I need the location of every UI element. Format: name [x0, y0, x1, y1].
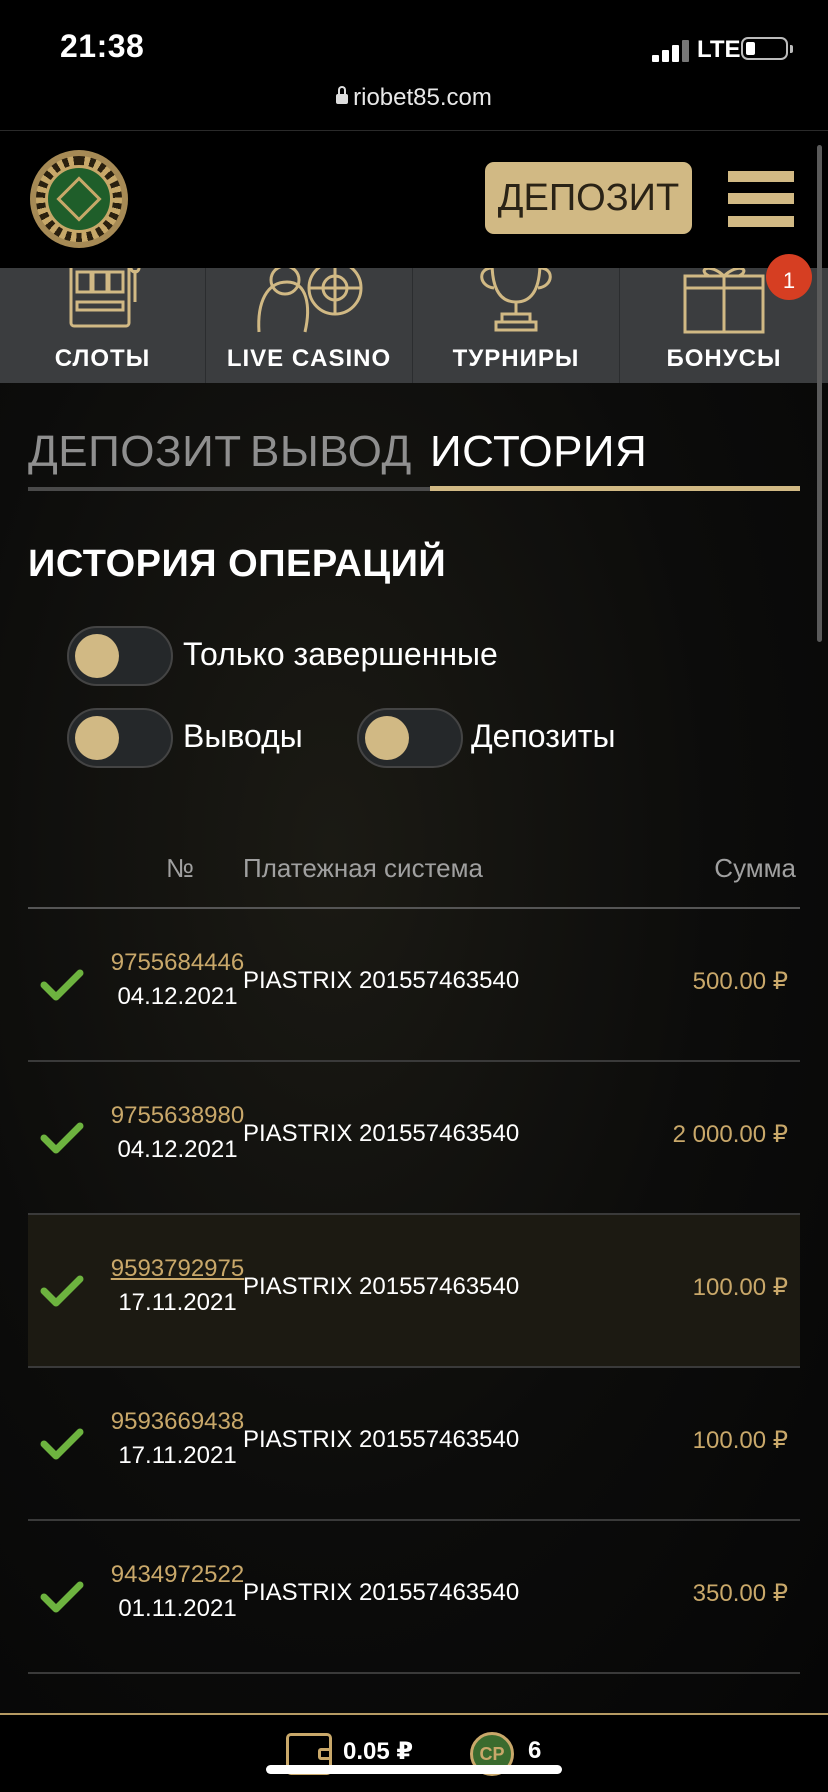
comp-points-count: 6 [528, 1737, 542, 1764]
page-title: ИСТОРИЯ ОПЕРАЦИЙ [28, 543, 447, 585]
cashier-panel: ДЕПОЗИТ ВЫВОД ИСТОРИЯ ИСТОРИЯ ОПЕРАЦИЙ Т… [0, 383, 828, 1713]
deposit-button[interactable]: ДЕПОЗИТ [485, 162, 692, 234]
check-icon [40, 1581, 84, 1613]
nav-label: ТУРНИРЫ [452, 345, 580, 372]
site-header: ДЕПОЗИТ [0, 131, 828, 270]
signal-icon [652, 40, 690, 62]
withdrawals-label: Выводы [183, 718, 303, 754]
table-row[interactable]: 9593669438 17.11.2021 PIASTRIX 201557463… [28, 1368, 800, 1521]
nav-item-tournaments[interactable]: ТУРНИРЫ [413, 268, 620, 383]
check-icon [40, 1122, 84, 1154]
trophy-icon [480, 268, 552, 332]
cashier-tabs: ДЕПОЗИТ ВЫВОД ИСТОРИЯ [28, 427, 800, 477]
nav-label: БОНУСЫ [666, 345, 782, 372]
transaction-id[interactable]: 9593792975 [95, 1255, 260, 1283]
menu-icon[interactable] [728, 171, 794, 227]
gift-icon [683, 268, 765, 334]
footer-bar: 0.05 ₽ CP 6 [0, 1713, 828, 1792]
slot-machine-icon [69, 268, 140, 328]
toggle-knob [75, 634, 119, 678]
payment-system: PIASTRIX 201557463540 [243, 1579, 520, 1606]
bonus-badge: 1 [766, 254, 812, 300]
transaction-date: 04.12.2021 [117, 983, 238, 1010]
url-text: riobet85.com [353, 84, 492, 111]
transaction-id[interactable]: 9434972522 [95, 1561, 260, 1589]
only-completed-toggle[interactable] [67, 626, 173, 686]
table-row[interactable]: 9593792975 17.11.2021 PIASTRIX 201557463… [28, 1215, 800, 1368]
tab-history[interactable]: ИСТОРИЯ [430, 427, 647, 477]
withdrawals-toggle[interactable] [67, 708, 173, 768]
column-header-number: № [166, 853, 194, 883]
transaction-amount: 350.00 ₽ [692, 1580, 788, 1607]
page-scrollbar[interactable] [817, 145, 822, 642]
table-row[interactable]: 9755638980 04.12.2021 PIASTRIX 201557463… [28, 1062, 800, 1215]
deposits-label: Депозиты [471, 718, 616, 754]
check-icon [40, 1275, 84, 1307]
transaction-amount: 100.00 ₽ [692, 1427, 788, 1454]
check-icon [40, 969, 84, 1001]
table-row[interactable]: 9434972522 01.11.2021 PIASTRIX 201557463… [28, 1521, 800, 1674]
transaction-amount: 2 000.00 ₽ [672, 1121, 788, 1148]
column-header-system: Платежная система [243, 853, 483, 883]
tab-deposit[interactable]: ДЕПОЗИТ [28, 427, 242, 477]
transaction-amount: 500.00 ₽ [692, 968, 788, 995]
payment-system: PIASTRIX 201557463540 [243, 1426, 520, 1453]
status-time: 21:38 [60, 28, 145, 64]
home-indicator[interactable] [266, 1765, 562, 1774]
transaction-date: 17.11.2021 [118, 1289, 237, 1316]
network-label: LTE [697, 36, 741, 63]
nav-item-live-casino[interactable]: LIVE CASINO [206, 268, 413, 383]
transaction-date: 04.12.2021 [117, 1136, 238, 1163]
payment-system: PIASTRIX 201557463540 [243, 1120, 520, 1147]
transaction-date: 01.11.2021 [118, 1595, 237, 1622]
battery-icon [741, 37, 793, 60]
url-bar[interactable]: riobet85.com [0, 84, 828, 112]
toggle-knob [365, 716, 409, 760]
category-nav: СЛОТЫ LIVE CASINO ТУРНИРЫ БОНУСЫ [0, 268, 828, 383]
transaction-date: 17.11.2021 [118, 1442, 237, 1469]
transaction-id[interactable]: 9755638980 [95, 1102, 260, 1130]
transaction-amount: 100.00 ₽ [692, 1274, 788, 1301]
transaction-id[interactable]: 9593669438 [95, 1408, 260, 1436]
roulette-dealer-icon [257, 268, 363, 333]
deposits-toggle[interactable] [357, 708, 463, 768]
balance-amount: 0.05 ₽ [343, 1738, 414, 1765]
toggle-knob [75, 716, 119, 760]
nav-label: СЛОТЫ [54, 345, 151, 372]
table-row[interactable]: 9755684446 04.12.2021 PIASTRIX 201557463… [28, 909, 800, 1062]
nav-item-slots[interactable]: СЛОТЫ [0, 268, 206, 383]
lock-icon [336, 86, 349, 104]
only-completed-label: Только завершенные [183, 636, 498, 672]
tab-withdraw[interactable]: ВЫВОД [250, 427, 412, 477]
transaction-id[interactable]: 9755684446 [95, 949, 260, 977]
site-logo[interactable] [30, 150, 128, 248]
check-icon [40, 1428, 84, 1460]
payment-system: PIASTRIX 201557463540 [243, 1273, 520, 1300]
active-tab-indicator [430, 486, 800, 491]
status-bar: 21:38 LTE [0, 0, 828, 85]
nav-label: LIVE CASINO [226, 345, 392, 372]
payment-system: PIASTRIX 201557463540 [243, 967, 520, 994]
column-header-amount: Сумма [714, 853, 796, 883]
